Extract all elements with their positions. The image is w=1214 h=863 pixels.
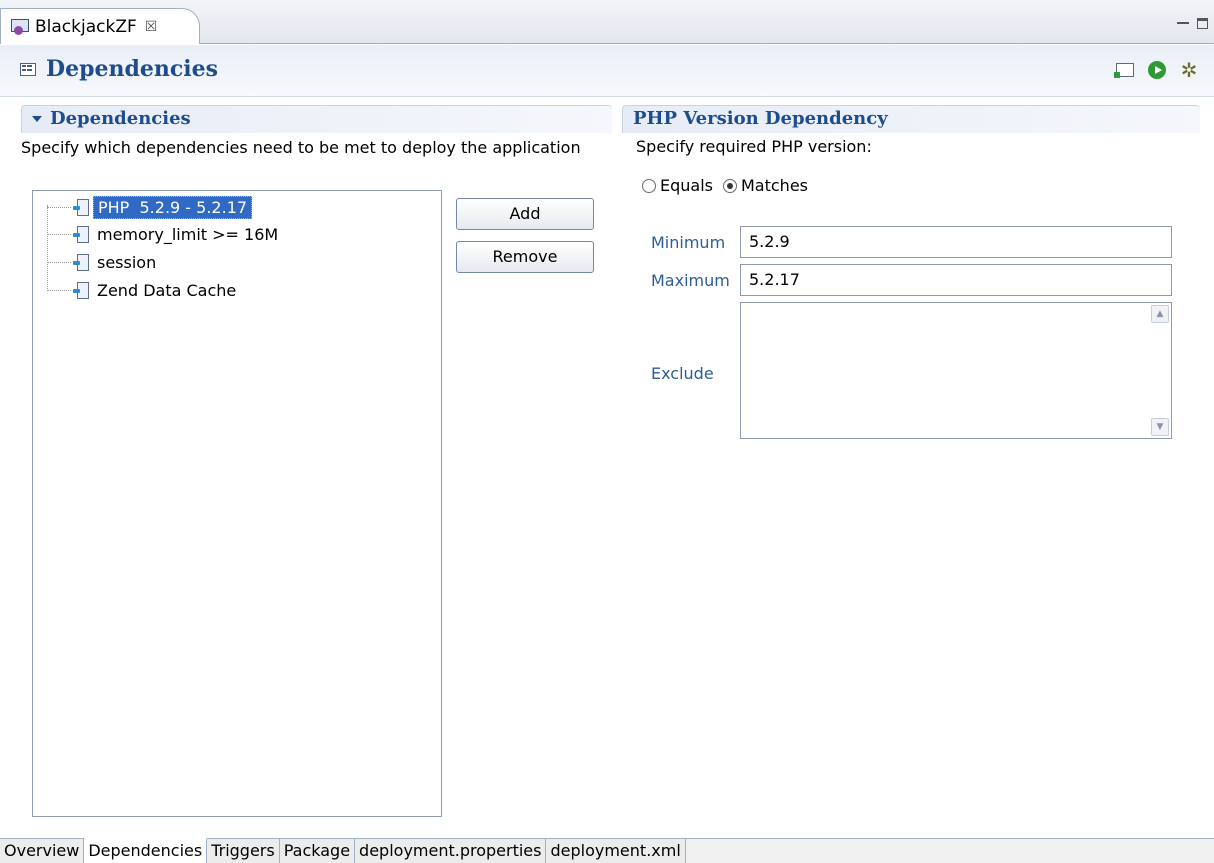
exclude-scrollbar[interactable]: ▲ ▼ — [1151, 305, 1169, 436]
php-version-section-header: PHP Version Dependency — [622, 105, 1200, 133]
matches-radio[interactable] — [723, 178, 737, 193]
tree-item-php[interactable]: PHP 5.2.9 - 5.2.17 — [47, 194, 253, 220]
tab-package[interactable]: Package — [279, 839, 356, 863]
collapse-icon[interactable] — [32, 116, 42, 122]
match-mode-radio-group: Equals Matches — [642, 176, 818, 195]
maximum-version-input[interactable]: 5.2.17 — [740, 264, 1172, 296]
maximize-icon[interactable] — [1197, 18, 1208, 29]
tree-item-label: Zend Data Cache — [97, 280, 237, 300]
run-icon[interactable] — [1146, 59, 1168, 81]
php-version-section-title: PHP Version Dependency — [633, 108, 888, 129]
maximum-label: Maximum — [651, 271, 730, 290]
tab-overview[interactable]: Overview — [0, 839, 85, 863]
debug-icon[interactable]: ✲ — [1178, 59, 1200, 81]
tree-item-zend-data-cache[interactable]: Zend Data Cache — [47, 277, 240, 303]
minimum-version-input[interactable]: 5.2.9 — [740, 226, 1172, 258]
remove-button[interactable]: Remove — [456, 241, 594, 273]
editor-tab-label: BlackjackZF — [35, 16, 137, 37]
tab-dependencies[interactable]: Dependencies — [84, 838, 208, 863]
page-title: Dependencies — [46, 56, 218, 82]
equals-radio-label[interactable]: Equals — [660, 176, 713, 195]
equals-radio[interactable] — [642, 178, 656, 193]
tree-item-label: session — [97, 252, 157, 272]
preview-icon[interactable] — [1114, 59, 1136, 81]
page-tabs: Overview Dependencies Triggers Package d… — [0, 838, 1214, 863]
dependency-icon — [73, 198, 89, 216]
window-controls — [1177, 18, 1208, 29]
close-icon[interactable]: ☒ — [145, 19, 158, 35]
minimize-icon[interactable] — [1177, 22, 1189, 25]
dependency-icon — [73, 281, 89, 299]
dependency-icon — [73, 225, 89, 243]
matches-radio-label[interactable]: Matches — [741, 176, 808, 195]
tree-item-label: memory_limit >= 16M — [97, 224, 279, 244]
tree-item-session[interactable]: session — [47, 249, 160, 275]
scroll-down-icon[interactable]: ▼ — [1151, 418, 1169, 436]
tab-deployment-xml[interactable]: deployment.xml — [546, 839, 686, 863]
tree-item-label: PHP 5.2.9 - 5.2.17 — [93, 195, 253, 219]
php-project-icon — [9, 18, 29, 35]
form-header: Dependencies ✲ — [0, 45, 1214, 97]
dependencies-section-title: Dependencies — [50, 108, 191, 129]
scroll-up-icon[interactable]: ▲ — [1151, 305, 1169, 323]
editor-tab-strip: BlackjackZF ☒ — [0, 0, 1214, 44]
form-icon — [20, 63, 36, 76]
dependencies-description: Specify which dependencies need to be me… — [21, 138, 581, 157]
php-version-description: Specify required PHP version: — [636, 137, 872, 156]
exclude-textarea[interactable]: ▲ ▼ — [740, 302, 1172, 439]
add-button[interactable]: Add — [456, 198, 594, 230]
dependencies-section-header[interactable]: Dependencies — [21, 105, 612, 133]
tab-triggers[interactable]: Triggers — [207, 839, 280, 863]
exclude-label: Exclude — [651, 364, 714, 383]
header-actions: ✲ — [1114, 59, 1200, 81]
minimum-label: Minimum — [651, 233, 726, 252]
tab-deployment-properties[interactable]: deployment.properties — [355, 839, 547, 863]
editor-tab-blackjackzf[interactable]: BlackjackZF ☒ — [0, 8, 200, 44]
dependencies-tree[interactable]: PHP 5.2.9 - 5.2.17 memory_limit >= 16M s… — [32, 190, 442, 817]
tree-item-memory-limit[interactable]: memory_limit >= 16M — [47, 221, 282, 247]
dependency-icon — [73, 253, 89, 271]
